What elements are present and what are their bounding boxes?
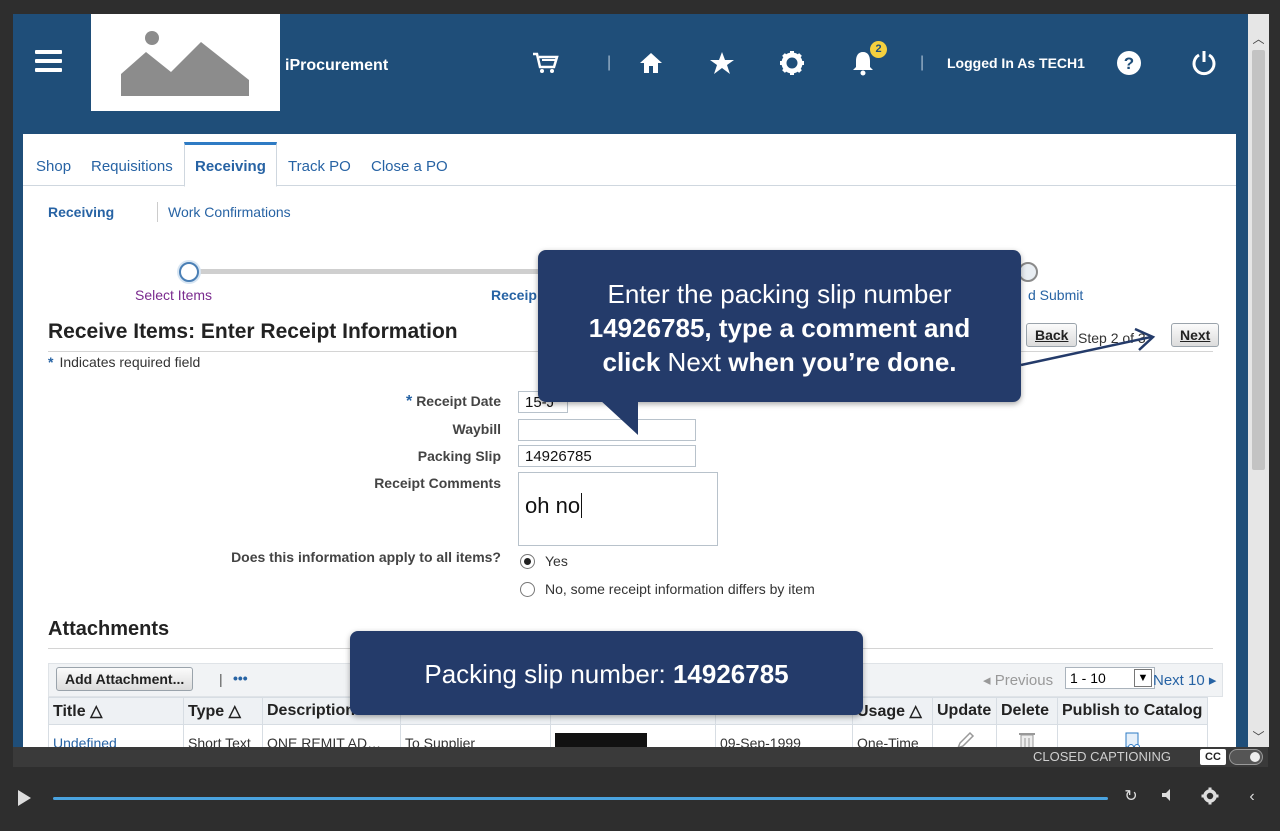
progress-track[interactable] [53, 797, 1108, 800]
instruction-mid: , type a comment and [704, 313, 971, 343]
scroll-down-icon[interactable]: ﹀ [1251, 730, 1266, 745]
instruction-end: when you’re done. [728, 347, 957, 377]
packing-slip-callout: Packing slip number: 14926785 [350, 631, 863, 715]
collapse-icon[interactable]: ‹ [1242, 787, 1262, 807]
scroll-up-icon[interactable]: ︿ [1251, 32, 1266, 47]
instruction-next: Next [667, 347, 722, 377]
volume-icon[interactable] [1158, 787, 1178, 807]
replay-icon[interactable]: ↻ [1121, 787, 1141, 807]
scrollbar-thumb[interactable] [1252, 50, 1265, 470]
callout-pointer [600, 400, 638, 435]
cc-icon[interactable]: CC [1200, 749, 1226, 765]
cc-toggle[interactable] [1229, 749, 1263, 765]
instruction-click: click [602, 347, 661, 377]
instruction-line-2: 14926785, type a comment and [538, 311, 1021, 345]
instruction-callout: Enter the packing slip number 14926785, … [538, 250, 1021, 435]
vertical-scrollbar[interactable]: ︿ ﹀ [1248, 14, 1269, 747]
closed-captioning-label: CLOSED CAPTIONING [1033, 749, 1171, 764]
instruction-number: 14926785 [588, 313, 705, 343]
play-icon[interactable] [18, 790, 31, 806]
settings-gear-icon[interactable] [1200, 787, 1220, 807]
instruction-line-1: Enter the packing slip number [607, 279, 952, 309]
packing-callout-number: 14926785 [672, 659, 789, 689]
packing-callout-label: Packing slip number: [424, 659, 673, 689]
instruction-line-3: click Next when you’re done. [538, 345, 1021, 379]
player-frame: iProcurement | 2 | Logged In As TECH1 ? … [0, 0, 1280, 831]
